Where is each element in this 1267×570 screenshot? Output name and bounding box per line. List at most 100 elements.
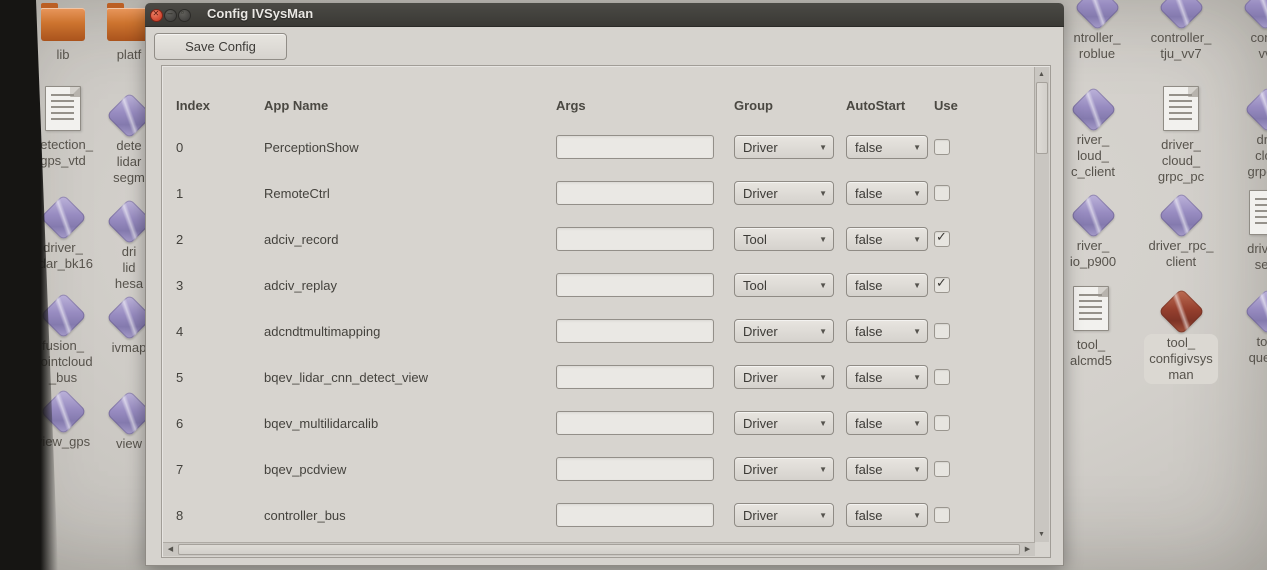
column-header: Group	[734, 98, 846, 113]
autostart-select[interactable]: false ▼	[846, 273, 928, 297]
table-row: 4 adcndtmultimapping Driver ▼	[168, 308, 1030, 354]
column-header: App Name	[264, 98, 556, 113]
desktop-icon[interactable]: tool queryr	[1224, 288, 1267, 366]
autostart-select[interactable]: false ▼	[846, 365, 928, 389]
config-table-panel: IndexApp NameArgsGroupAutoStartUse 0 Per…	[161, 65, 1051, 558]
column-header: AutoStart	[846, 98, 934, 113]
desktop-icon[interactable]: ntroller_ roblue	[1054, 0, 1140, 62]
args-input[interactable]	[556, 365, 714, 389]
use-checkbox[interactable]	[934, 415, 950, 431]
table-row: 6 bqev_multilidarcalib Driver ▼	[168, 400, 1030, 446]
desktop: lib platf detection_ gps_vtd dete lidar …	[0, 0, 1267, 570]
chevron-down-icon: ▼	[913, 465, 921, 474]
app-icon	[1163, 86, 1199, 131]
chevron-down-icon: ▼	[819, 281, 827, 290]
row-app-name: bqev_multilidarcalib	[264, 416, 556, 431]
desktop-icon[interactable]: driver_ cloud_ grpc_pc	[1138, 86, 1224, 185]
args-input[interactable]	[556, 411, 714, 435]
desktop-icon[interactable]: driver_ serv	[1224, 190, 1267, 273]
chevron-down-icon: ▼	[819, 327, 827, 336]
scroll-down-icon[interactable]: ▼	[1035, 528, 1048, 541]
app-icon	[1244, 86, 1267, 133]
icon-label: tool queryr	[1224, 334, 1267, 366]
app-icon	[45, 86, 81, 131]
icon-label: contr vv	[1222, 30, 1267, 62]
horizontal-scrollbar[interactable]: ◀ ▶	[163, 542, 1035, 556]
row-app-name: bqev_pcdview	[264, 462, 556, 477]
row-index: 6	[176, 416, 264, 431]
desktop-icon[interactable]: driver_rpc_ client	[1138, 192, 1224, 270]
horizontal-scroll-thumb[interactable]	[178, 544, 1020, 555]
args-input[interactable]	[556, 181, 714, 205]
autostart-select-value: false	[855, 140, 882, 155]
app-icon	[1158, 192, 1205, 239]
autostart-select[interactable]: false ▼	[846, 135, 928, 159]
use-checkbox[interactable]	[934, 231, 950, 247]
use-checkbox[interactable]	[934, 139, 950, 155]
desktop-icon[interactable]: controller_ tju_vv7	[1138, 0, 1224, 62]
chevron-down-icon: ▼	[819, 511, 827, 520]
desktop-icon[interactable]: driv clou grpc_s	[1224, 86, 1267, 180]
row-app-name: RemoteCtrl	[264, 186, 556, 201]
group-select-value: Tool	[743, 278, 767, 293]
icon-label: ntroller_ roblue	[1054, 30, 1140, 62]
desktop-icon[interactable]: contr vv	[1222, 0, 1267, 62]
group-select-value: Tool	[743, 232, 767, 247]
use-checkbox[interactable]	[934, 461, 950, 477]
app-icon	[1249, 190, 1267, 235]
vertical-scroll-thumb[interactable]	[1036, 82, 1048, 154]
app-icon	[1244, 288, 1267, 335]
table-row: 8 controller_bus Driver ▼	[168, 492, 1030, 538]
group-select[interactable]: Driver ▼	[734, 181, 834, 205]
group-select-value: Driver	[743, 186, 778, 201]
autostart-select[interactable]: false ▼	[846, 227, 928, 251]
autostart-select[interactable]: false ▼	[846, 503, 928, 527]
icon-label: driver_ serv	[1224, 241, 1267, 273]
args-input[interactable]	[556, 319, 714, 343]
autostart-select[interactable]: false ▼	[846, 411, 928, 435]
autostart-select[interactable]: false ▼	[846, 319, 928, 343]
group-select-value: Driver	[743, 370, 778, 385]
group-select[interactable]: Driver ▼	[734, 503, 834, 527]
column-header: Args	[556, 98, 734, 113]
group-select[interactable]: Driver ▼	[734, 411, 834, 435]
group-select[interactable]: Tool ▼	[734, 273, 834, 297]
autostart-select[interactable]: false ▼	[846, 457, 928, 481]
scroll-up-icon[interactable]: ▲	[1035, 68, 1048, 81]
use-checkbox[interactable]	[934, 369, 950, 385]
window-titlebar[interactable]: Config IVSysMan	[145, 3, 1064, 27]
chevron-down-icon: ▼	[819, 235, 827, 244]
group-select[interactable]: Driver ▼	[734, 319, 834, 343]
vertical-scrollbar[interactable]: ▲ ▼	[1034, 67, 1049, 542]
app-icon	[41, 8, 85, 41]
row-index: 8	[176, 508, 264, 523]
row-index: 0	[176, 140, 264, 155]
use-checkbox[interactable]	[934, 507, 950, 523]
desktop-icon[interactable]: tool_ configivsys man	[1138, 288, 1224, 384]
scroll-left-icon[interactable]: ◀	[164, 543, 177, 556]
autostart-select[interactable]: false ▼	[846, 181, 928, 205]
scroll-right-icon[interactable]: ▶	[1021, 543, 1034, 556]
maximize-icon[interactable]	[178, 9, 191, 22]
close-icon[interactable]	[150, 9, 163, 22]
autostart-select-value: false	[855, 508, 882, 523]
args-input[interactable]	[556, 227, 714, 251]
group-select[interactable]: Tool ▼	[734, 227, 834, 251]
minimize-icon[interactable]	[164, 9, 177, 22]
args-input[interactable]	[556, 135, 714, 159]
group-select[interactable]: Driver ▼	[734, 457, 834, 481]
use-checkbox[interactable]	[934, 185, 950, 201]
args-input[interactable]	[556, 457, 714, 481]
group-select[interactable]: Driver ▼	[734, 365, 834, 389]
app-icon	[1070, 86, 1117, 133]
args-input[interactable]	[556, 273, 714, 297]
group-select[interactable]: Driver ▼	[734, 135, 834, 159]
row-index: 4	[176, 324, 264, 339]
chevron-down-icon: ▼	[913, 327, 921, 336]
save-config-button[interactable]: Save Config	[154, 33, 287, 60]
use-checkbox[interactable]	[934, 323, 950, 339]
icon-label: tool_ configivsys man	[1144, 334, 1218, 384]
args-input[interactable]	[556, 503, 714, 527]
use-checkbox[interactable]	[934, 277, 950, 293]
app-icon	[1073, 286, 1109, 331]
